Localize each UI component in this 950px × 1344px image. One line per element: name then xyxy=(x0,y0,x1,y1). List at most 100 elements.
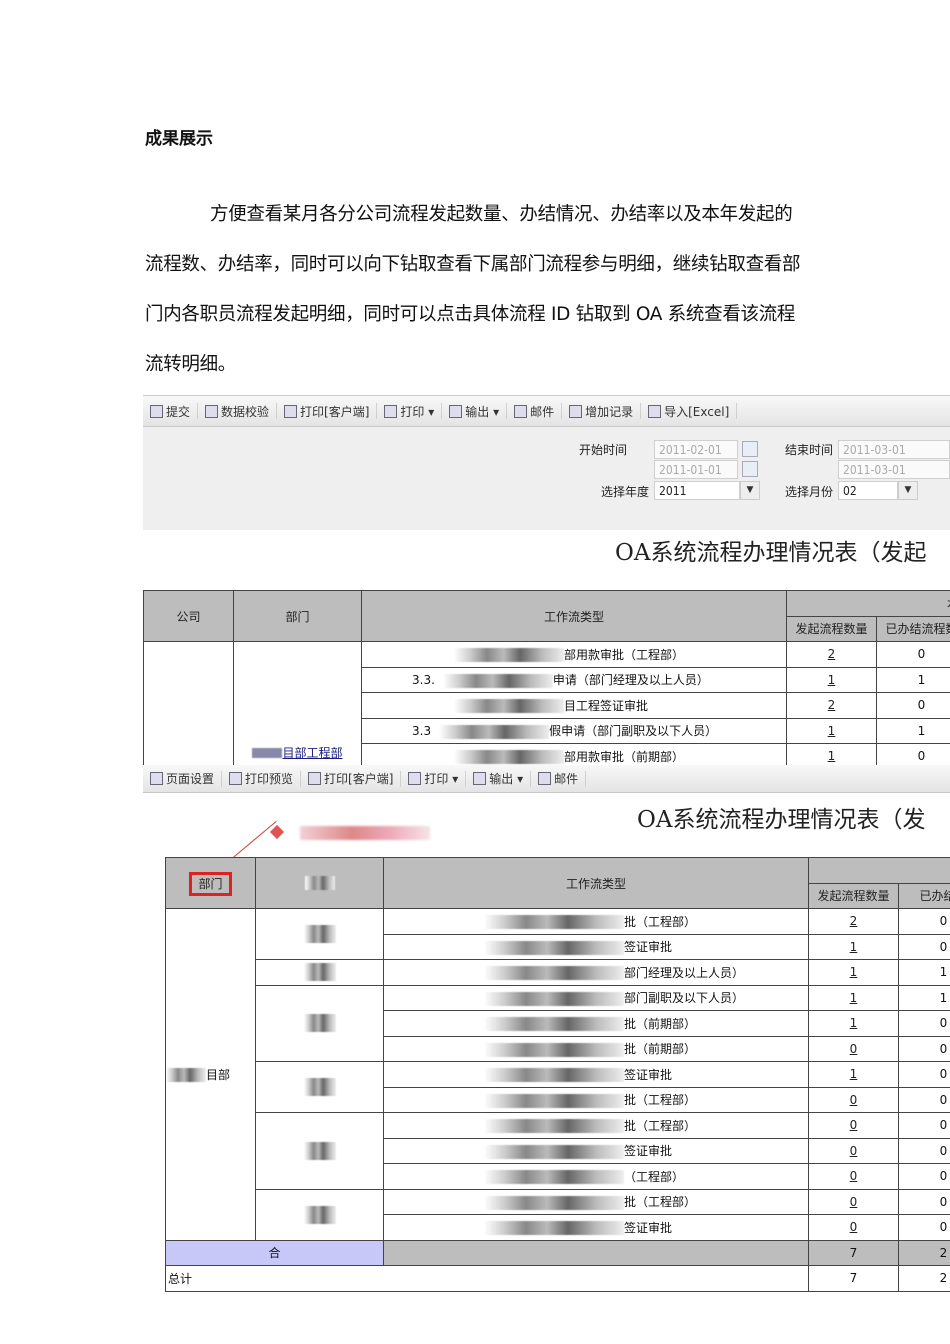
launched-count-link[interactable]: 0 xyxy=(850,1144,858,1158)
report-table-2: 部门 工作流类型 本 发起流程数量 已办结流 目部批（工程部）20签证审批10部… xyxy=(165,857,950,1292)
launched-cell[interactable]: 1 xyxy=(808,959,899,986)
launched-cell[interactable]: 0 xyxy=(808,1035,899,1062)
col-completed: 已办结流程数 xyxy=(876,615,950,642)
launched-cell[interactable]: 0 xyxy=(808,1112,899,1139)
workflow-type-cell: 批（工程部） xyxy=(383,1188,809,1215)
launched-cell[interactable]: 0 xyxy=(808,1214,899,1241)
launched-count-link[interactable]: 1 xyxy=(850,991,858,1005)
subtotal-row: 合 72 xyxy=(165,1239,950,1266)
add-record-icon xyxy=(569,404,583,418)
blurred-annotation xyxy=(300,826,430,840)
blurred-text xyxy=(303,1078,336,1096)
launched-count-link[interactable]: 1 xyxy=(828,724,836,738)
workflow-type-name: 部门副职及以下人员） xyxy=(624,991,745,1006)
launched-cell[interactable]: 0 xyxy=(808,1188,899,1215)
toolbar-button-excel[interactable]: 导入[Excel] xyxy=(641,403,738,419)
launched-cell[interactable]: 2 xyxy=(786,641,877,668)
calendar-icon[interactable] xyxy=(742,441,758,457)
toolbar-button-label: 增加记录 xyxy=(585,404,634,419)
workflow-type-name: 批（工程部） xyxy=(624,1118,697,1133)
dept-link[interactable]: 目部工程部 xyxy=(282,746,342,760)
workflow-type-name: 目工程签证审批 xyxy=(564,698,649,713)
launched-cell[interactable]: 2 xyxy=(786,692,877,719)
completed-cell: 0 xyxy=(898,1112,950,1139)
report-screenshot-filters: 提交 数据校验 打印[客户端] 打印 ▾ 输出 ▾ 邮件 增加记录 导入[Excel] 开始时… xyxy=(143,395,950,530)
mail-icon xyxy=(538,772,552,785)
completed-cell: 0 xyxy=(898,1010,950,1037)
launched-count-link[interactable]: 2 xyxy=(828,698,836,712)
sub-dept-cell xyxy=(255,1061,384,1113)
blurred-text xyxy=(303,1205,336,1224)
launched-count-link[interactable]: 1 xyxy=(850,965,858,979)
workflow-type-cell: 目工程签证审批 xyxy=(361,692,787,719)
launched-cell[interactable]: 0 xyxy=(808,1163,899,1190)
toolbar-button-mail[interactable]: 邮件 xyxy=(507,403,563,419)
end-time-input-2[interactable]: 2011-03-01 xyxy=(838,460,950,479)
launched-cell[interactable]: 2 xyxy=(808,908,899,935)
launched-count-link[interactable]: 1 xyxy=(850,1016,858,1030)
toolbar-button-label: 数据校验 xyxy=(221,404,270,419)
launched-cell[interactable]: 1 xyxy=(808,1010,899,1037)
toolbar-button-print[interactable]: 打印 ▾ xyxy=(401,770,467,787)
toolbar-button-preview[interactable]: 打印预览 xyxy=(222,770,302,787)
chevron-down-icon[interactable]: ▼ xyxy=(898,481,918,500)
launched-count-link[interactable]: 0 xyxy=(850,1093,858,1107)
launched-count-link[interactable]: 1 xyxy=(850,1067,858,1081)
launched-count-link[interactable]: 2 xyxy=(850,914,858,928)
toolbar-button-page-setup[interactable]: 页面设置 xyxy=(143,770,223,787)
toolbar-button-export[interactable]: 输出 ▾ xyxy=(466,770,532,787)
year-select[interactable]: 2011 xyxy=(654,481,740,500)
workflow-type-cell: 3.3 假申请（部门副职及以下人员） xyxy=(361,717,787,744)
launched-cell[interactable]: 1 xyxy=(808,933,899,960)
toolbar-button-label: 输出 ▾ xyxy=(465,404,500,419)
workflow-type-cell: 签证审批 xyxy=(383,1214,809,1241)
start-time-input-2[interactable]: 2011-01-01 xyxy=(654,460,738,479)
table-row: 签证审批 1 0 xyxy=(166,1061,950,1113)
completed-cell: 0 xyxy=(898,1035,950,1062)
launched-count-link[interactable]: 0 xyxy=(850,1195,858,1209)
launched-count-link[interactable]: 0 xyxy=(850,1220,858,1234)
col-completed: 已办结流 xyxy=(898,882,950,909)
calendar-icon[interactable] xyxy=(742,461,758,477)
toolbar-button-save[interactable]: 提交 xyxy=(143,403,199,419)
toolbar-button-mail[interactable]: 邮件 xyxy=(531,770,587,787)
completed-cell: 0 xyxy=(898,1137,950,1164)
dept-cell: 目部 xyxy=(165,908,256,1241)
launched-count-link[interactable]: 2 xyxy=(828,647,836,661)
toolbar-button-export[interactable]: 输出 ▾ xyxy=(442,403,508,419)
blurred-text xyxy=(303,925,336,943)
blurred-text xyxy=(484,1144,624,1159)
subtotal-completed: 2 xyxy=(898,1239,950,1266)
completed-cell: 1 xyxy=(876,717,950,744)
toolbar-button-pdf[interactable]: 打印[客户端] xyxy=(301,770,402,787)
launched-cell[interactable]: 1 xyxy=(786,666,877,693)
launched-cell[interactable]: 1 xyxy=(808,1061,899,1088)
launched-count-link[interactable]: 0 xyxy=(850,1118,858,1132)
workflow-type-cell: 批（前期部） xyxy=(383,1010,809,1037)
end-time-input-1[interactable]: 2011-03-01 xyxy=(838,440,950,459)
workflow-type-name: 申请（部门经理及以上人员） xyxy=(552,673,709,688)
toolbar-button-print[interactable]: 打印 ▾ xyxy=(377,403,443,419)
launched-count-link[interactable]: 0 xyxy=(850,1042,858,1056)
launched-count-link[interactable]: 1 xyxy=(828,673,836,687)
blurred-text xyxy=(484,966,624,981)
chevron-down-icon[interactable]: ▼ xyxy=(740,481,760,500)
toolbar-button-add-record[interactable]: 增加记录 xyxy=(562,403,642,419)
launched-cell[interactable]: 0 xyxy=(808,1086,899,1113)
workflow-type-name: 签证审批 xyxy=(624,1144,673,1159)
launched-cell[interactable]: 0 xyxy=(808,1137,899,1164)
launched-cell[interactable]: 1 xyxy=(786,743,877,765)
launched-count-link[interactable]: 1 xyxy=(850,940,858,954)
start-time-input-1[interactable]: 2011-02-01 xyxy=(654,440,738,459)
toolbar-button-label: 页面设置 xyxy=(166,772,215,786)
launched-cell[interactable]: 1 xyxy=(786,717,877,744)
launched-count-link[interactable]: 1 xyxy=(828,749,836,763)
month-select[interactable]: 02 xyxy=(838,481,898,500)
launched-cell[interactable]: 1 xyxy=(808,984,899,1011)
print-icon xyxy=(384,404,398,418)
launched-count-link[interactable]: 0 xyxy=(850,1169,858,1183)
col-launched: 发起流程数量 xyxy=(808,882,899,909)
toolbar-button-pdf[interactable]: 打印[客户端] xyxy=(277,403,378,419)
toolbar-button-check[interactable]: 数据校验 xyxy=(198,403,278,419)
blurred-text xyxy=(454,750,564,765)
